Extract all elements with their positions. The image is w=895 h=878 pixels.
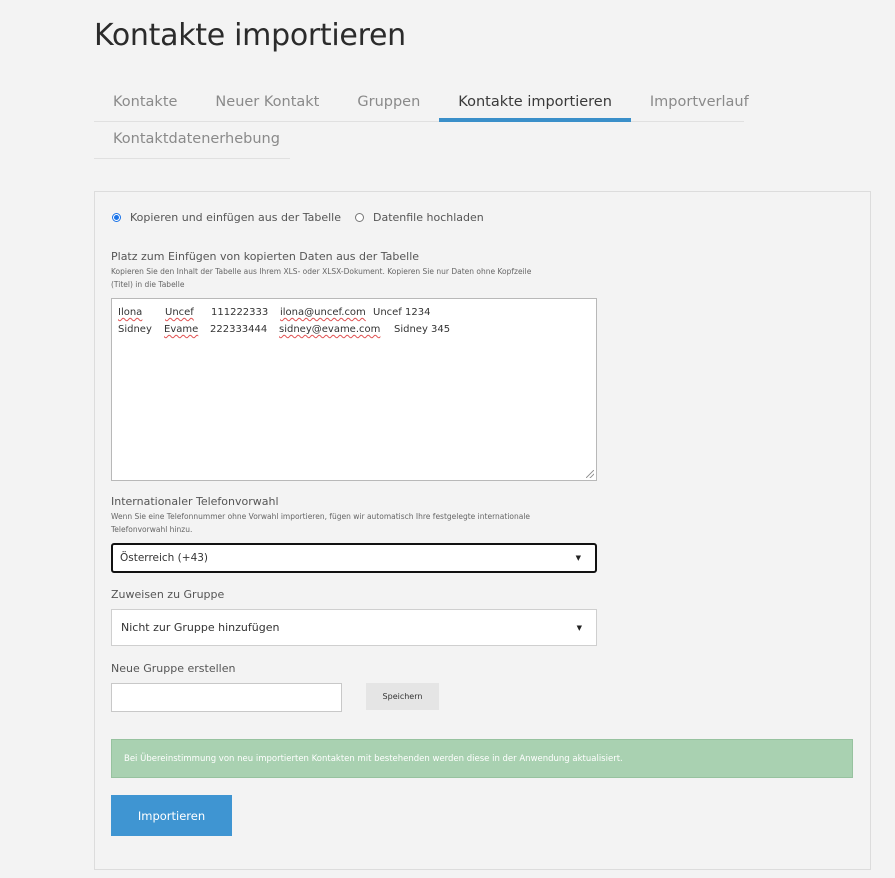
cell-note: Uncef 1234 <box>373 307 431 318</box>
new-group-input[interactable] <box>111 683 342 712</box>
paste-area-help: Kopieren Sie den Inhalt der Tabelle aus … <box>111 265 591 291</box>
caret-down-icon: ▼ <box>575 554 581 562</box>
radio-paste-label[interactable]: Kopieren und einfügen aus der Tabelle <box>130 211 341 224</box>
phone-prefix-help: Wenn Sie eine Telefonnummer ohne Vorwahl… <box>111 510 591 536</box>
phone-prefix-label: Internationaler Telefonvorwahl <box>111 495 279 508</box>
import-mode-group: Kopieren und einfügen aus der Tabelle Da… <box>112 211 498 224</box>
tab-bar: Kontakte Neuer Kontakt Gruppen Kontakte … <box>94 84 749 122</box>
tab-kontakte[interactable]: Kontakte <box>94 84 196 121</box>
cell-first-name: Sidney <box>118 324 152 335</box>
import-button[interactable]: Importieren <box>111 795 232 836</box>
update-notice: Bei Übereinstimmung von neu importierten… <box>111 739 853 778</box>
phone-prefix-select[interactable]: Österreich (+43) ▼ <box>111 543 597 573</box>
cell-last-name: Uncef <box>165 307 194 318</box>
cell-email: sidney@evame.com <box>279 324 381 335</box>
pasted-row: Ilona Uncef 111222333 ilona@uncef.com Un… <box>118 307 430 318</box>
paste-area-label: Platz zum Einfügen von kopierten Daten a… <box>111 250 420 263</box>
paste-textarea[interactable]: Ilona Uncef 111222333 ilona@uncef.com Un… <box>111 298 597 481</box>
paste-area-help-line: Kopieren Sie den Inhalt der Tabelle aus … <box>111 267 532 276</box>
tab-importverlauf[interactable]: Importverlauf <box>631 84 768 121</box>
cell-note: Sidney 345 <box>394 324 451 335</box>
new-group-label: Neue Gruppe erstellen <box>111 662 236 675</box>
tab-bar-second-row: Kontaktdatenerhebung <box>94 121 290 159</box>
import-form-panel: Kopieren und einfügen aus der Tabelle Da… <box>94 191 871 870</box>
assign-group-label: Zuweisen zu Gruppe <box>111 588 225 601</box>
assign-group-value: Nicht zur Gruppe hinzufügen <box>121 621 280 634</box>
cell-email: ilona@uncef.com <box>280 307 366 318</box>
radio-paste[interactable] <box>112 213 121 222</box>
paste-area-help-line: (Titel) in die Tabelle <box>111 280 185 289</box>
phone-prefix-help-line: Wenn Sie eine Telefonnummer ohne Vorwahl… <box>111 512 531 521</box>
cell-phone: 222333444 <box>210 324 268 335</box>
caret-down-icon: ▼ <box>576 623 582 632</box>
cell-phone: 111222333 <box>211 307 269 318</box>
phone-prefix-value: Österreich (+43) <box>120 552 209 564</box>
page-title: Kontakte importieren <box>94 18 406 53</box>
cell-last-name: Evame <box>164 324 199 335</box>
tab-kontakte-importieren[interactable]: Kontakte importieren <box>439 84 631 122</box>
resize-handle-icon[interactable] <box>586 470 594 478</box>
tab-neuer-kontakt[interactable]: Neuer Kontakt <box>196 84 338 121</box>
cell-first-name: Ilona <box>118 307 143 318</box>
tab-gruppen[interactable]: Gruppen <box>338 84 439 121</box>
radio-upload[interactable] <box>354 213 364 222</box>
radio-upload-label[interactable]: Datenfile hochladen <box>373 211 484 224</box>
tab-kontaktdatenerhebung[interactable]: Kontaktdatenerhebung <box>94 121 299 158</box>
phone-prefix-help-line: Telefonvorwahl hinzu. <box>111 525 193 534</box>
pasted-row: Sidney Evame 222333444 sidney@evame.com … <box>118 324 450 335</box>
assign-group-select[interactable]: Nicht zur Gruppe hinzufügen ▼ <box>111 609 597 646</box>
save-group-button[interactable]: Speichern <box>366 683 439 710</box>
